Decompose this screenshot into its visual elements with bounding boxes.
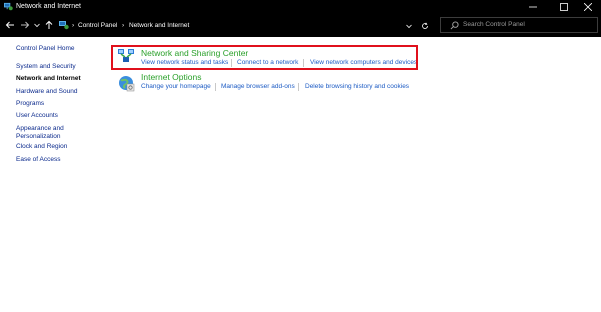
sidebar-item-user-accounts[interactable]: User Accounts bbox=[16, 112, 58, 120]
breadcrumb-separator-icon: › bbox=[72, 22, 75, 29]
search-input[interactable]: Search Control Panel bbox=[440, 17, 598, 33]
breadcrumb-control-panel[interactable]: Control Panel bbox=[78, 19, 117, 32]
breadcrumb-separator-icon: › bbox=[122, 22, 125, 29]
control-panel-icon bbox=[59, 21, 69, 30]
highlight-box bbox=[111, 45, 418, 70]
link-divider bbox=[298, 83, 299, 91]
sidebar-item-programs[interactable]: Programs bbox=[16, 100, 44, 108]
breadcrumb-network-and-internet[interactable]: Network and Internet bbox=[129, 19, 189, 32]
link-manage-add-ons[interactable]: Manage browser add-ons bbox=[221, 83, 295, 91]
close-button[interactable] bbox=[575, 0, 601, 13]
sidebar-item-system-and-security[interactable]: System and Security bbox=[16, 63, 76, 71]
back-arrow-icon bbox=[5, 21, 14, 29]
forward-arrow-icon bbox=[21, 21, 30, 29]
address-history-button[interactable] bbox=[404, 19, 414, 32]
control-panel-app-icon bbox=[4, 2, 13, 11]
link-change-homepage[interactable]: Change your homepage bbox=[141, 83, 211, 91]
navigation-bar: › Control Panel › Network and Internet S… bbox=[0, 13, 601, 37]
maximize-button[interactable] bbox=[551, 0, 577, 13]
sidebar-item-ease-of-access[interactable]: Ease of Access bbox=[16, 156, 60, 164]
window-title: Network and Internet bbox=[16, 3, 81, 10]
back-button[interactable] bbox=[4, 19, 16, 31]
sidebar-item-clock-and-region[interactable]: Clock and Region bbox=[16, 143, 67, 151]
sidebar-item-network-and-internet: Network and Internet bbox=[16, 75, 81, 82]
forward-button[interactable] bbox=[19, 19, 31, 31]
close-icon bbox=[584, 2, 592, 11]
up-button[interactable] bbox=[43, 19, 55, 31]
address-box[interactable]: › Control Panel › Network and Internet bbox=[55, 19, 435, 32]
minimize-button[interactable] bbox=[520, 0, 546, 13]
recent-locations-button[interactable] bbox=[33, 19, 41, 31]
internet-options-icon bbox=[119, 76, 135, 92]
sidebar-item-hardware-and-sound[interactable]: Hardware and Sound bbox=[16, 88, 77, 96]
sidebar-item-appearance-and-personalization[interactable]: Appearance and Personalization bbox=[16, 125, 76, 141]
link-divider bbox=[215, 83, 216, 91]
link-delete-browsing-history[interactable]: Delete browsing history and cookies bbox=[305, 83, 409, 91]
search-icon bbox=[450, 21, 459, 30]
up-arrow-icon bbox=[45, 20, 53, 29]
sidebar-item-control-panel-home[interactable]: Control Panel Home bbox=[16, 45, 75, 53]
category-title-internet-options[interactable]: Internet Options bbox=[141, 72, 201, 82]
title-bar: Network and Internet bbox=[0, 0, 601, 13]
chevron-down-icon bbox=[406, 24, 412, 28]
chevron-down-icon bbox=[34, 23, 40, 28]
minimize-icon bbox=[529, 6, 537, 7]
refresh-icon bbox=[422, 22, 428, 29]
refresh-button[interactable] bbox=[419, 19, 431, 32]
maximize-icon bbox=[560, 2, 568, 11]
search-placeholder: Search Control Panel bbox=[463, 21, 525, 28]
